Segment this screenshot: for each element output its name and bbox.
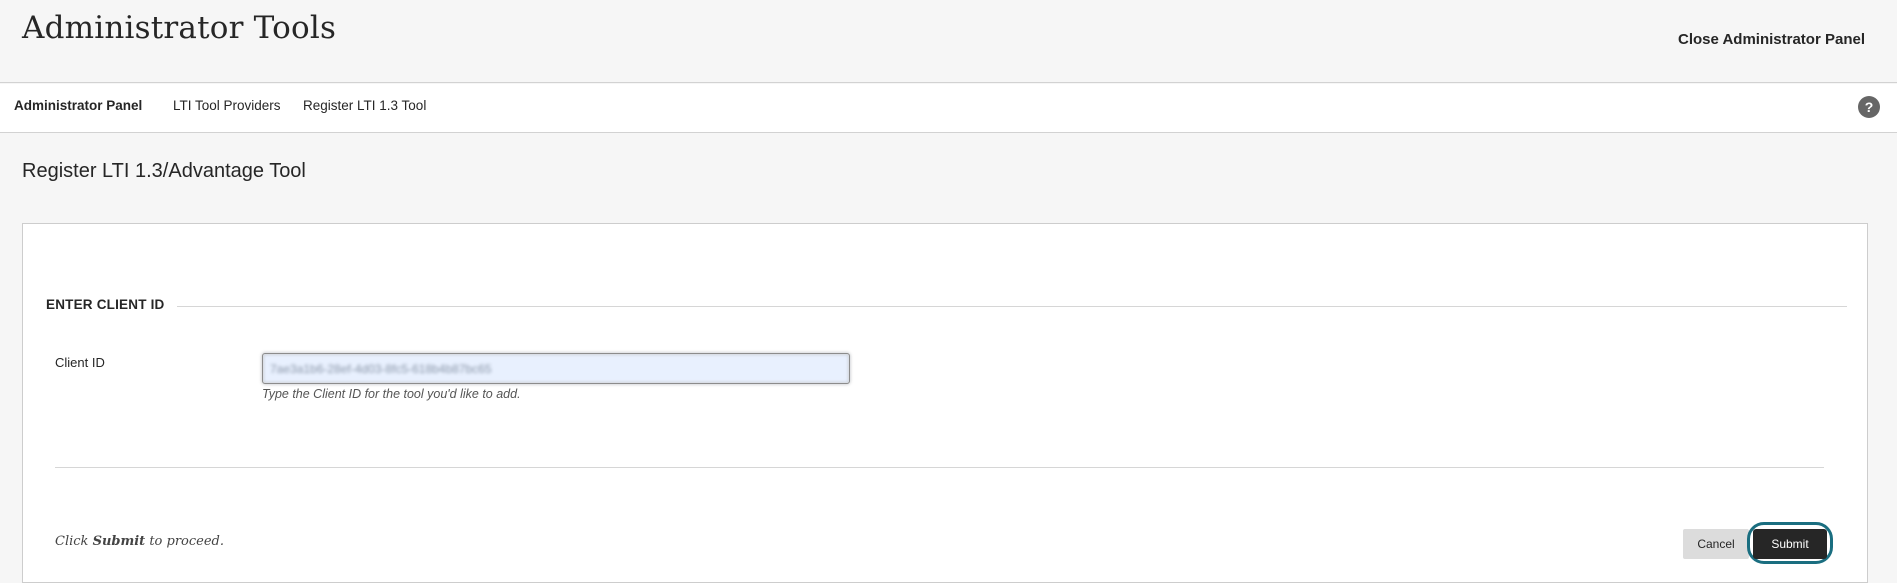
proceed-instruction: Click Submit to proceed.: [55, 534, 224, 549]
page-header-title: Administrator Tools: [22, 10, 337, 46]
proceed-submit-word: Submit: [92, 534, 146, 549]
client-id-hint: Type the Client ID for the tool you'd li…: [262, 387, 521, 401]
proceed-suffix: to proceed.: [145, 534, 225, 549]
submit-button[interactable]: Submit: [1753, 529, 1827, 559]
cancel-button[interactable]: Cancel: [1683, 529, 1749, 559]
section-divider: [46, 306, 1847, 307]
breadcrumb-item-lti-tool-providers[interactable]: LTI Tool Providers: [173, 98, 281, 113]
breadcrumb-item-administrator-panel[interactable]: Administrator Panel: [14, 98, 142, 113]
proceed-prefix: Click: [55, 534, 93, 549]
help-icon[interactable]: ?: [1858, 96, 1880, 118]
form-divider: [55, 467, 1824, 468]
page-header: Administrator Tools Close Administrator …: [0, 0, 1897, 83]
page-title: Register LTI 1.3/Advantage Tool: [22, 160, 306, 182]
close-admin-panel-link[interactable]: Close Administrator Panel: [1678, 31, 1865, 48]
breadcrumb-item-register-lti-tool: Register LTI 1.3 Tool: [303, 98, 427, 113]
breadcrumb: Administrator Panel LTI Tool Providers R…: [0, 84, 1897, 133]
register-tool-form: ENTER CLIENT ID Client ID Type the Clien…: [22, 223, 1868, 583]
client-id-input[interactable]: [262, 353, 850, 384]
section-label: ENTER CLIENT ID: [46, 297, 177, 312]
client-id-label: Client ID: [55, 355, 105, 370]
section-header: ENTER CLIENT ID: [46, 297, 1847, 317]
